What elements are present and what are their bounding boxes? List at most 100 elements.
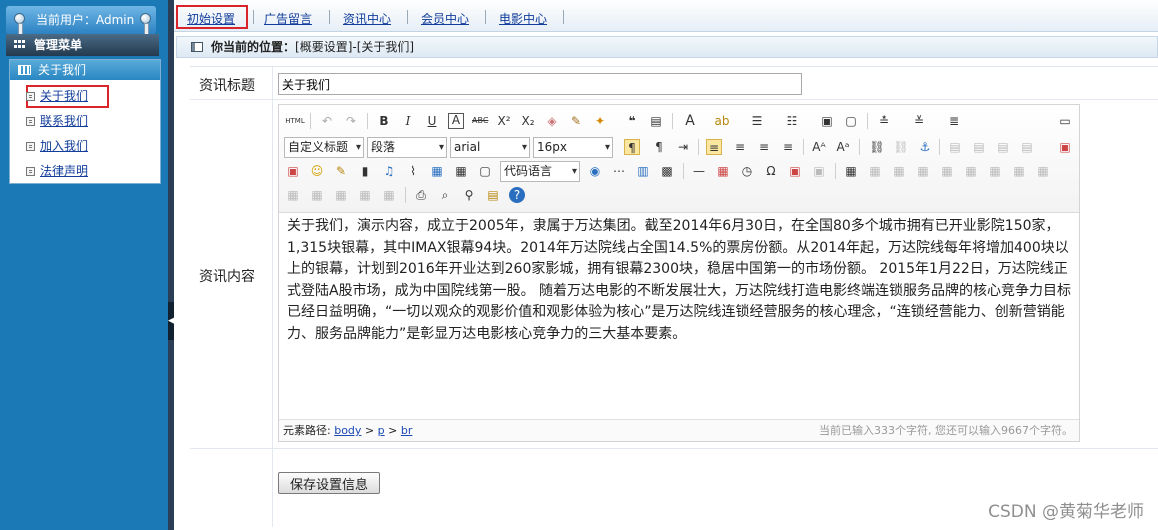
menu-panel-header[interactable]: 关于我们 [10,60,160,80]
uppercase-icon[interactable]: Aᴬ [811,139,827,155]
sidebar-item-join-us[interactable]: 加入我们 [10,134,160,159]
select-all-icon[interactable]: ▣ [819,113,835,129]
date-icon[interactable]: ▦ [715,163,731,179]
insert-paragraph-before-table-icon[interactable]: ▦ [891,163,907,179]
auto-format-icon[interactable]: ✦ [592,113,608,129]
path-item-br[interactable]: br [401,424,413,437]
image-left-icon[interactable]: ▤ [971,139,987,155]
bold-icon[interactable]: B [376,113,392,129]
line-height-icon[interactable]: ≣ [946,113,962,129]
web-app-icon[interactable]: ◉ [587,163,603,179]
editor-content[interactable]: 关于我们，演示内容，成立于2005年，隶属于万达集团。截至2014年6月30日，… [287,216,1075,345]
unordered-list-icon[interactable]: ☷ [784,113,800,129]
snapscreen-icon[interactable]: ▣ [811,163,827,179]
ordered-list-icon[interactable]: ☰ [749,113,765,129]
html-source-icon[interactable]: HTML [285,113,305,129]
merge-down-icon[interactable]: ▦ [285,187,301,203]
background-color-icon[interactable]: ab [714,113,730,129]
chart-icon[interactable]: ▦ [381,187,397,203]
tab-member-center[interactable]: 会员中心 [421,10,469,27]
merge-right-icon[interactable]: ▦ [1035,163,1051,179]
horizontal-rule-icon[interactable]: — [691,163,707,179]
music-icon[interactable]: ♫ [381,163,397,179]
underline-icon[interactable]: U [424,113,440,129]
link-icon[interactable]: ⛓ [869,139,885,155]
split-to-cols-icon[interactable]: ▦ [357,187,373,203]
wordimage-icon[interactable]: ▣ [787,163,803,179]
background-icon[interactable]: ▩ [659,163,675,179]
map-icon[interactable]: ▦ [429,163,445,179]
time-icon[interactable]: ◷ [739,163,755,179]
subscript-icon[interactable]: X₂ [520,113,536,129]
unlink-icon[interactable]: ⛓ [893,139,909,155]
search-replace-icon[interactable]: ⚲ [461,187,477,203]
font-color-icon[interactable]: A [682,113,698,129]
italic-icon[interactable]: I [400,113,416,129]
sidebar-item-label[interactable]: 法律声明 [40,164,88,178]
fullscreen-icon[interactable]: ▭ [1057,113,1073,129]
path-item-p[interactable]: p [378,424,385,437]
align-center-icon[interactable]: ≡ [732,139,748,155]
format-brush-icon[interactable]: ✎ [568,113,584,129]
split-to-cells-icon[interactable]: ▦ [309,187,325,203]
tab-ads-messages[interactable]: 广告留言 [264,10,312,27]
delete-row-icon[interactable]: ▦ [939,163,955,179]
paragraph-select[interactable]: 段落 [367,137,447,158]
collapse-arrow-icon[interactable]: ◀ [168,302,175,340]
path-item-body[interactable]: body [334,424,361,437]
align-right-icon[interactable]: ≡ [756,139,772,155]
redo-icon[interactable]: ↷ [343,113,359,129]
sidebar-item-label[interactable]: 加入我们 [40,139,88,153]
superscript-icon[interactable]: X² [496,113,512,129]
sidebar-item-label[interactable]: 联系我们 [40,114,88,128]
print-icon[interactable]: ⎙ [413,187,429,203]
custom-title-select[interactable]: 自定义标题 [284,137,364,158]
align-left-icon[interactable]: ≡ [706,139,722,155]
template-icon[interactable]: ▥ [635,163,651,179]
merge-cells-icon[interactable]: ▦ [1011,163,1027,179]
delete-col-icon[interactable]: ▦ [987,163,1003,179]
splitter[interactable] [168,0,174,530]
scrawl-icon[interactable]: ✎ [333,163,349,179]
save-button[interactable]: 保存设置信息 [278,472,380,494]
row-spacing-top-icon[interactable]: ≛ [876,113,892,129]
font-border-icon[interactable]: A [448,113,464,129]
insert-row-icon[interactable]: ▦ [915,163,931,179]
font-family-select[interactable]: arial [450,137,530,158]
image-none-icon[interactable]: ▤ [947,139,963,155]
rtl-direction-icon[interactable]: ¶ [651,139,667,155]
row-spacing-bottom-icon[interactable]: ≚ [911,113,927,129]
insert-image-icon[interactable]: ▣ [1057,139,1073,155]
eraser-icon[interactable]: ◈ [544,113,560,129]
attachment-icon[interactable]: ⌇ [405,163,421,179]
ltr-direction-icon[interactable]: ¶ [624,139,640,155]
image-center-icon[interactable]: ▤ [1019,139,1035,155]
indent-icon[interactable]: ⇥ [675,139,691,155]
paste-text-icon[interactable]: ▤ [648,113,664,129]
multi-image-icon[interactable]: ▣ [285,163,301,179]
code-language-select[interactable]: 代码语言 [500,161,580,182]
page-break-icon[interactable]: ⋯ [611,163,627,179]
help-icon[interactable]: ? [509,187,525,203]
video-icon[interactable]: ▮ [357,163,373,179]
anchor-icon[interactable]: ⚓ [917,139,933,155]
insert-table-icon[interactable]: ▦ [843,163,859,179]
iframe-icon[interactable]: ▢ [477,163,493,179]
strikethrough-icon[interactable]: ABC [472,113,488,129]
sidebar-item-about-us[interactable]: 关于我们 [10,84,160,109]
insert-col-icon[interactable]: ▦ [963,163,979,179]
align-justify-icon[interactable]: ≡ [780,139,796,155]
tab-news-center[interactable]: 资讯中心 [343,10,391,27]
drafts-icon[interactable]: ▤ [485,187,501,203]
tab-initial-settings[interactable]: 初始设置 [187,10,235,27]
image-right-icon[interactable]: ▤ [995,139,1011,155]
blockquote-icon[interactable]: ❝ [624,113,640,129]
emotion-icon[interactable]: ☺ [309,163,325,179]
title-input[interactable] [278,73,802,95]
delete-table-icon[interactable]: ▦ [867,163,883,179]
lowercase-icon[interactable]: Aᵃ [835,139,851,155]
undo-icon[interactable]: ↶ [319,113,335,129]
split-to-rows-icon[interactable]: ▦ [333,187,349,203]
gmap-icon[interactable]: ▦ [453,163,469,179]
preview-icon[interactable]: ⌕ [437,187,453,203]
